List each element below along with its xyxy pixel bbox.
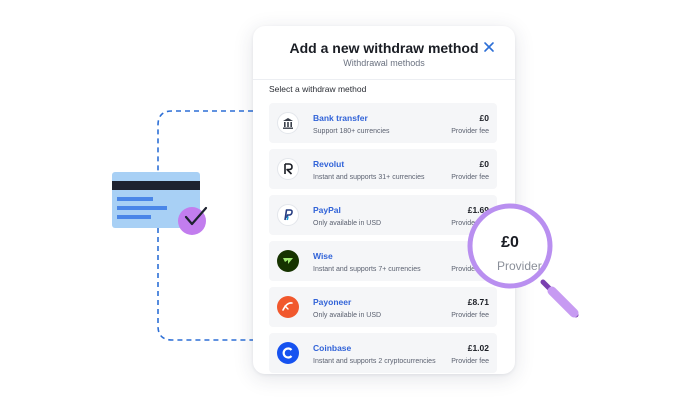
method-fee: £1.02: [467, 343, 489, 353]
magnified-fee-label: Provider fee: [497, 259, 550, 273]
bank-icon: [277, 112, 299, 134]
method-item-payoneer[interactable]: Payoneer Only available in USD £8.71 Pro…: [269, 287, 497, 327]
method-item-coinbase[interactable]: Coinbase Instant and supports 2 cryptocu…: [269, 333, 497, 373]
method-item-revolut[interactable]: Revolut Instant and supports 31+ currenc…: [269, 149, 497, 189]
method-name: Coinbase: [313, 343, 352, 353]
method-item-paypal[interactable]: PayPal Only available in USD £1.69 Provi…: [269, 195, 497, 235]
dialog-header: Add a new withdraw method Withdrawal met…: [253, 26, 515, 80]
method-fee-label: Provider fee: [451, 312, 489, 319]
illustration-scene: Add a new withdraw method Withdrawal met…: [0, 0, 700, 400]
paypal-icon: [277, 204, 299, 226]
method-item-bank-transfer[interactable]: Bank transfer Support 180+ currencies £0…: [269, 103, 497, 143]
method-name: Wise: [313, 251, 333, 261]
method-fee-label: Provider fee: [451, 358, 489, 365]
section-label: Select a withdraw method: [269, 84, 367, 94]
method-description: Instant and supports 31+ currencies: [313, 174, 425, 181]
method-fee: £0: [479, 113, 489, 123]
card-line: [117, 215, 151, 219]
card-line: [117, 206, 167, 210]
method-fee: £0: [479, 159, 489, 169]
method-name: Bank transfer: [313, 113, 368, 123]
method-description: Instant and supports 2 cryptocurrencies: [313, 358, 436, 365]
magnified-fee-value: £0: [501, 234, 519, 251]
coinbase-icon: [277, 342, 299, 364]
wise-icon: [277, 250, 299, 272]
withdraw-method-dialog: Add a new withdraw method Withdrawal met…: [253, 26, 515, 374]
method-fee-label: Provider fee: [451, 174, 489, 181]
revolut-icon: [277, 158, 299, 180]
method-description: Only available in USD: [313, 220, 382, 227]
close-icon: [484, 42, 494, 52]
checkmark-badge: [178, 207, 206, 235]
dialog-title: Add a new withdraw method: [289, 40, 479, 56]
payoneer-icon: [277, 296, 299, 318]
dialog-subtitle: Withdrawal methods: [343, 58, 425, 68]
close-button[interactable]: [481, 39, 497, 55]
method-name: Revolut: [313, 159, 345, 169]
method-description: Support 180+ currencies: [313, 128, 390, 135]
method-name: PayPal: [313, 205, 341, 215]
method-fee: £8.71: [467, 297, 489, 307]
method-description: Only available in USD: [313, 312, 382, 319]
card-line: [117, 197, 153, 201]
method-item-wise[interactable]: Wise Instant and supports 7+ currencies …: [269, 241, 497, 281]
method-name: Payoneer: [313, 297, 352, 307]
method-fee-label: Provider fee: [451, 128, 489, 135]
card-magnetic-stripe: [112, 181, 200, 190]
magnifier-lens: £0 Provider fee: [470, 206, 550, 286]
method-description: Instant and supports 7+ currencies: [313, 266, 421, 273]
